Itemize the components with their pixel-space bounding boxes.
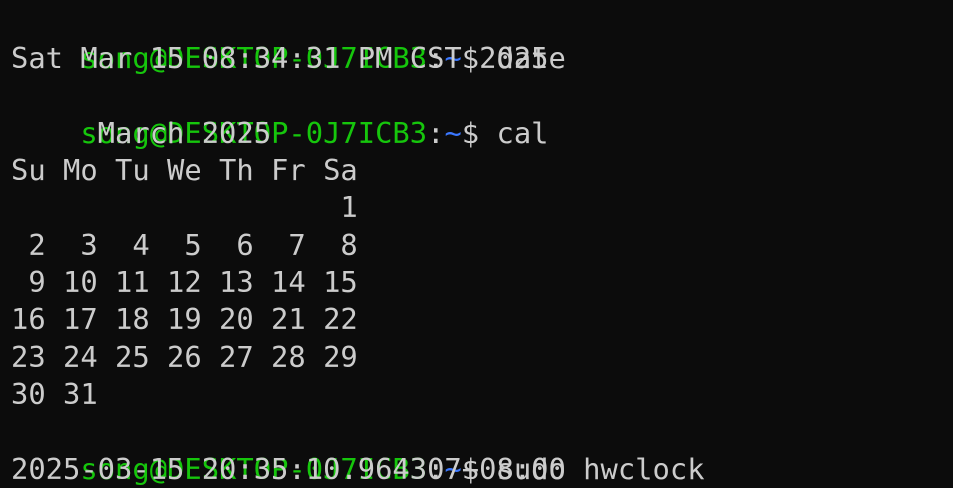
- output-line: Sat Mar 15 08:34:31 PM CST 2025: [11, 41, 549, 76]
- calendar-week-row: 9 10 11 12 13 14 15: [11, 265, 358, 300]
- prompt-symbol: $: [461, 115, 497, 150]
- output-line: 2025-03-15 20:35:10.964307+08:00: [11, 451, 566, 486]
- prompt-line: song@DESKTOP-0J7ICB3:~$ sudo hwclock: [11, 413, 953, 486]
- calendar-week-row: 23 24 25 26 27 28 29: [11, 339, 358, 374]
- calendar-week-row: 16 17 18 19 20 21 22: [11, 302, 358, 337]
- prompt-line: song@DESKTOP-0J7ICB3:~$ date: [11, 3, 953, 75]
- command-text: cal: [496, 115, 549, 150]
- prompt-line: song@DESKTOP-0J7ICB3:~$ cal: [11, 78, 953, 150]
- prompt-colon: :: [427, 115, 445, 150]
- prompt-cwd: ~: [444, 115, 462, 150]
- calendar-week-row: 30 31: [11, 376, 98, 411]
- calendar-week-row: 2 3 4 5 6 7 8: [11, 227, 358, 262]
- calendar-weekday-header: Su Mo Tu We Th Fr Sa: [11, 153, 358, 188]
- calendar-week-row: 1: [11, 190, 358, 225]
- terminal-window[interactable]: song@DESKTOP-0J7ICB3:~$ date Sat Mar 15 …: [0, 0, 953, 488]
